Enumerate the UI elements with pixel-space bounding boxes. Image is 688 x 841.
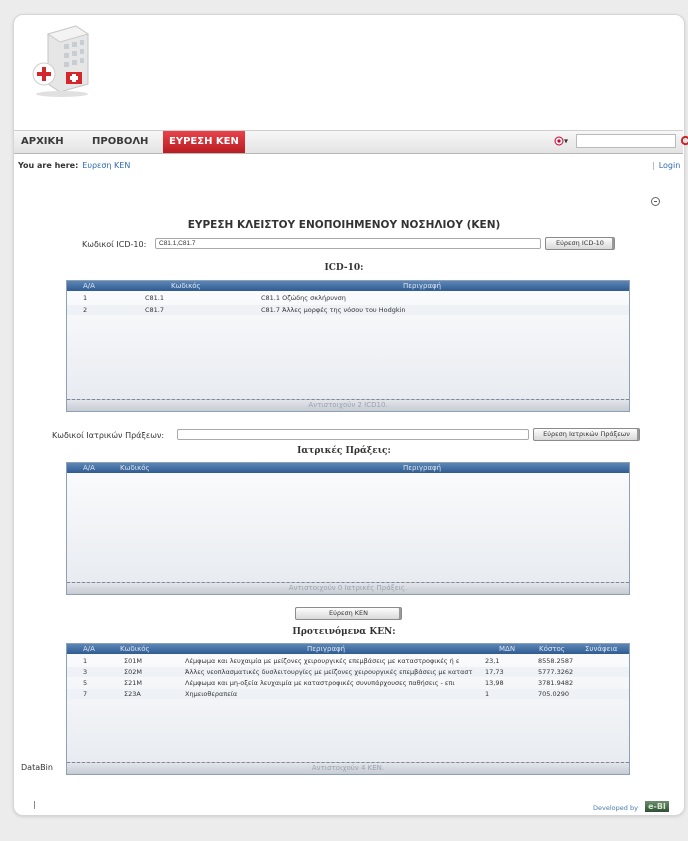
cell-code: C81.7: [145, 306, 165, 314]
col-aa[interactable]: Α/Α: [83, 644, 95, 654]
find-icd-button[interactable]: Εύρεση ICD-10: [545, 237, 615, 250]
procedures-input[interactable]: [177, 429, 529, 440]
table-row[interactable]: 3 Σ02Μ Άλλες νεοπλασματικές δυσλειτουργί…: [67, 667, 629, 677]
table-row[interactable]: 5 Σ21Μ Λέμφωμα και μη-οξεία λευχαιμία με…: [67, 678, 629, 688]
procedures-grid-footer: Αντιστοιχούν 0 Ιατρικές Πράξεις.: [67, 582, 629, 594]
cell-cost: 705.0290: [538, 690, 570, 698]
search-input[interactable]: [576, 134, 676, 148]
cell-code: C81.1: [145, 294, 165, 302]
nav-view[interactable]: ΠΡΟΒΟΛΗ: [92, 131, 148, 153]
col-relevance[interactable]: Συνάφεια: [585, 644, 617, 654]
databind-label: DataBin: [21, 763, 53, 772]
cell-desc: Άλλες νεοπλασματικές δυσλειτουργίες με μ…: [185, 668, 473, 676]
procedures-grid-header: Α/Α Κωδικός Περιγραφή: [67, 463, 629, 473]
col-desc[interactable]: Περιγραφή: [403, 463, 441, 473]
flag-icon: [554, 136, 564, 146]
ken-grid-footer: Αντιστοιχούν 4 ΚΕΝ.: [67, 762, 629, 774]
cell-cost: 3781.9482: [538, 679, 574, 687]
col-aa[interactable]: Α/Α: [83, 463, 95, 473]
col-code[interactable]: Κωδικός: [171, 281, 201, 291]
powered-by-text: Developed by: [593, 804, 638, 812]
ken-grid-header: Α/Α Κωδικός Περιγραφή ΜΔΝ Κόστος Συνάφει…: [67, 644, 629, 654]
col-desc[interactable]: Περιγραφή: [307, 644, 345, 654]
icd-input[interactable]: [155, 238, 541, 249]
cell-desc: Λέμφωμα και μη-οξεία λευχαιμία με καταστ…: [185, 679, 455, 687]
cell-aa: 5: [83, 679, 88, 687]
login-area: | Login: [652, 161, 680, 170]
icd-label: Κωδικοί ICD-10:: [82, 240, 147, 249]
nav-home[interactable]: ΑΡΧΙΚΗ: [21, 131, 64, 153]
procedures-section-title: Ιατρικές Πράξεις:: [297, 446, 391, 456]
cell-code: Σ23Α: [124, 690, 141, 698]
login-link[interactable]: Login: [659, 161, 681, 170]
icd-grid: Α/Α Κωδικός Περιγραφή 1 C81.1 C81.1 Οζώδ…: [66, 280, 630, 412]
col-code[interactable]: Κωδικός: [120, 463, 150, 473]
icd-grid-header: Α/Α Κωδικός Περιγραφή: [67, 281, 629, 291]
ken-section-title: Προτεινόμενα ΚΕΝ:: [292, 627, 396, 637]
collapse-icon[interactable]: [651, 197, 660, 206]
breadcrumb: You are here: Ευρεση ΚΕΝ: [18, 161, 130, 170]
col-aa[interactable]: Α/Α: [83, 281, 95, 291]
cell-aa: 3: [83, 668, 88, 676]
col-mdn[interactable]: ΜΔΝ: [499, 644, 515, 654]
col-desc[interactable]: Περιγραφή: [403, 281, 441, 291]
cell-desc: Λέμφωμα και λευχαιμία με μείζονες χειρου…: [185, 657, 460, 665]
brand-logo[interactable]: e-BI: [645, 801, 669, 812]
cell-cost: 5777.3262: [538, 668, 574, 676]
icd-grid-footer: Αντιστοιχούν 2 ICD10.: [67, 399, 629, 411]
cell-aa: 2: [83, 306, 88, 314]
icd-section-title: ICD-10:: [324, 263, 364, 273]
cell-desc: Χημειοθεραπεία: [185, 690, 238, 698]
table-row[interactable]: 1 C81.1 C81.1 Οζώδης σκλήρυνση: [67, 293, 629, 303]
cell-mdn: 1: [485, 690, 490, 698]
cell-cost: 8558.2587: [538, 657, 574, 665]
cell-aa: 1: [83, 657, 88, 665]
procedures-label: Κωδικοί Ιατρικών Πράξεων:: [52, 431, 165, 440]
procedures-grid: Α/Α Κωδικός Περιγραφή Αντιστοιχούν 0 Ιατ…: [66, 462, 630, 595]
cell-desc: C81.1 Οζώδης σκλήρυνση: [261, 294, 346, 302]
cell-aa: 1: [83, 294, 88, 302]
table-row[interactable]: 2 C81.7 C81.7 Άλλες μορφές της νόσου του…: [67, 305, 629, 315]
cell-code: Σ02Μ: [124, 668, 142, 676]
page-title: ΕΥΡΕΣΗ ΚΛΕΙΣΤΟΥ ΕΝΟΠΟΙΗΜΕΝΟΥ ΝΟΣΗΛΙΟΥ (Κ…: [187, 219, 501, 231]
cell-mdn: 13,98: [485, 679, 504, 687]
cell-mdn: 23,1: [485, 657, 500, 665]
table-row[interactable]: 7 Σ23Α Χημειοθεραπεία 1 705.0290: [67, 689, 629, 699]
hospital-logo: [32, 25, 90, 97]
main-navbar: ΑΡΧΙΚΗ ΠΡΟΒΟΛΗ ΕΥΡΕΣΗ ΚΕΝ ▾: [14, 130, 688, 154]
search-icon[interactable]: [680, 135, 688, 149]
col-code[interactable]: Κωδικός: [120, 644, 150, 654]
cell-aa: 7: [83, 690, 88, 698]
cell-code: Σ21Μ: [124, 679, 142, 687]
login-separator: |: [652, 161, 655, 170]
find-ken-button[interactable]: Εύρεση ΚΕΝ: [295, 607, 402, 620]
col-cost[interactable]: Κόστος: [539, 644, 565, 654]
cell-mdn: 17,73: [485, 668, 504, 676]
cell-desc: C81.7 Άλλες μορφές της νόσου του Hodgkin: [261, 306, 406, 314]
breadcrumb-prefix: You are here:: [18, 161, 79, 170]
find-procedures-button[interactable]: Εύρεση Ιατρικών Πράξεων: [533, 428, 640, 441]
chevron-down-icon: ▾: [564, 136, 569, 146]
footer-separator: |: [33, 800, 36, 809]
cell-code: Σ01Μ: [124, 657, 142, 665]
table-row[interactable]: 1 Σ01Μ Λέμφωμα και λευχαιμία με μείζονες…: [67, 656, 629, 666]
breadcrumb-current-link[interactable]: Ευρεση ΚΕΝ: [82, 161, 130, 170]
nav-find-ken[interactable]: ΕΥΡΕΣΗ ΚΕΝ: [163, 131, 245, 153]
ken-grid: Α/Α Κωδικός Περιγραφή ΜΔΝ Κόστος Συνάφει…: [66, 643, 630, 775]
